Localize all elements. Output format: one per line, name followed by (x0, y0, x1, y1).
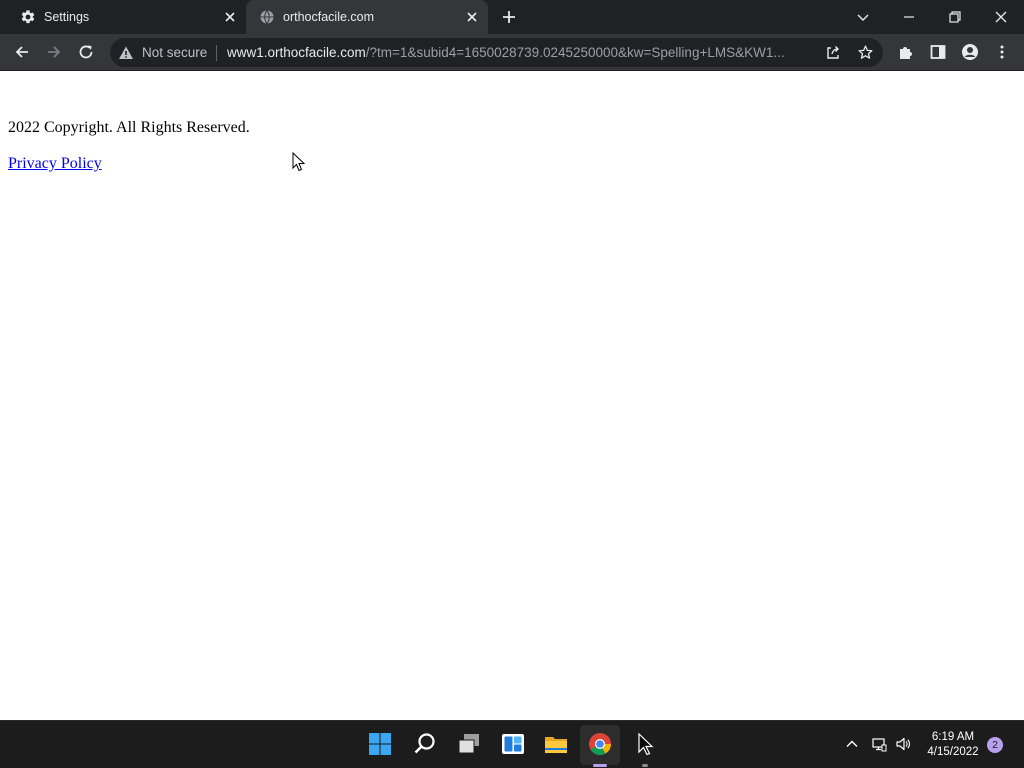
notification-badge[interactable]: 2 (987, 737, 1003, 753)
side-panel-icon[interactable] (929, 43, 947, 61)
tab-title: Settings (44, 10, 90, 24)
chevron-up-icon[interactable] (844, 736, 860, 752)
chrome-icon[interactable] (587, 731, 613, 757)
close-tab-icon[interactable] (222, 9, 238, 25)
start-icon[interactable] (367, 731, 393, 757)
share-icon[interactable] (825, 45, 841, 61)
tab-title: orthocfacile.com (283, 10, 375, 24)
address-divider (216, 45, 217, 61)
network-icon[interactable] (871, 736, 887, 752)
menu-icon[interactable] (993, 43, 1011, 61)
privacy-policy-link[interactable]: Privacy Policy (8, 155, 102, 173)
security-label[interactable]: Not secure (142, 45, 207, 60)
profile-icon[interactable] (961, 43, 979, 61)
clock-time: 6:19 AM (931, 731, 975, 743)
close-window-icon[interactable] (992, 8, 1010, 26)
active-app-indicator (593, 764, 607, 767)
tab-search-icon[interactable] (854, 8, 872, 26)
widgets-icon[interactable] (500, 731, 526, 757)
browser-toolbar: Not secure www1.orthocfacile.com/?tm=1&s… (0, 34, 1024, 71)
back-icon[interactable] (13, 43, 31, 61)
restore-icon[interactable] (946, 8, 964, 26)
app-arrow-icon[interactable] (632, 731, 658, 757)
url-path: /?tm=1&subid4=1650028739.0245250000&kw=S… (365, 45, 785, 60)
copyright-text: 2022 Copyright. All Rights Reserved. (8, 119, 250, 136)
gear-icon (21, 10, 35, 24)
globe-icon (260, 10, 274, 24)
bookmark-star-icon[interactable] (857, 44, 874, 61)
close-tab-icon[interactable] (464, 9, 480, 25)
tab-strip: Settings orthocfacile.com (0, 0, 1024, 34)
clock-date: 4/15/2022 (927, 746, 979, 758)
forward-icon[interactable] (45, 43, 63, 61)
tab-settings[interactable]: Settings (0, 0, 246, 34)
web-page: 2022 Copyright. All Rights Reserved. Pri… (0, 71, 1024, 720)
minimize-icon[interactable] (900, 8, 918, 26)
url-text[interactable]: www1.orthocfacile.com/?tm=1&subid4=16500… (227, 45, 817, 60)
search-icon[interactable] (412, 731, 438, 757)
address-bar[interactable]: Not secure www1.orthocfacile.com/?tm=1&s… (110, 38, 883, 67)
warning-icon[interactable] (118, 45, 134, 61)
file-explorer-icon[interactable] (543, 731, 569, 757)
extensions-icon[interactable] (897, 43, 915, 61)
volume-icon[interactable] (895, 736, 911, 752)
mouse-cursor-icon (292, 152, 306, 172)
tab-orthocfacile[interactable]: orthocfacile.com (246, 0, 488, 34)
url-host: www1.orthocfacile.com (227, 45, 366, 60)
task-view-icon[interactable] (456, 731, 482, 757)
system-clock[interactable]: 6:19 AM 4/15/2022 (920, 730, 986, 760)
reload-icon[interactable] (77, 43, 95, 61)
taskbar: 6:19 AM 4/15/2022 2 (0, 720, 1024, 768)
running-app-indicator (642, 764, 648, 767)
new-tab-icon[interactable] (499, 7, 519, 27)
